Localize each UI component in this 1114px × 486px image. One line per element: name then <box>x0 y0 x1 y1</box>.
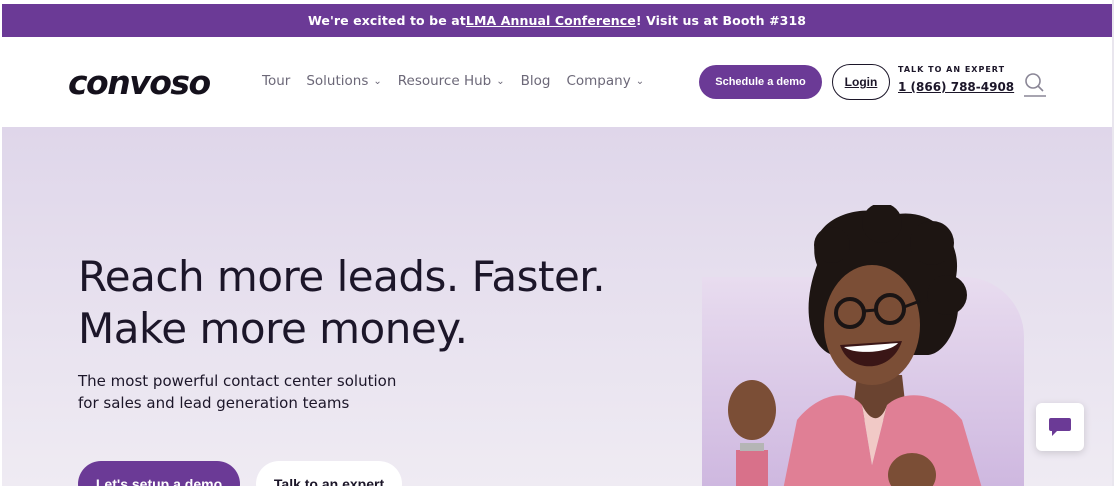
headline-line: Make more money. <box>78 304 468 353</box>
site-header: convoso Tour Solutions ⌄ Resource Hub ⌄ … <box>2 37 1112 127</box>
hero-section: Reach more leads. Faster. Make more mone… <box>2 127 1112 486</box>
main-nav: Tour Solutions ⌄ Resource Hub ⌄ Blog Com… <box>262 73 644 89</box>
conference-link[interactable]: LMA Annual Conference <box>466 13 636 28</box>
setup-demo-button[interactable]: Let's setup a demo <box>78 461 240 486</box>
login-label: Login <box>844 75 878 89</box>
search-icon[interactable] <box>1022 71 1048 97</box>
announcement-bar: We're excited to be at LMA Annual Confer… <box>2 4 1112 37</box>
nav-company[interactable]: Company ⌄ <box>566 73 644 89</box>
hero-subtitle: The most powerful contact center solutio… <box>78 370 396 414</box>
nav-tour[interactable]: Tour <box>262 73 290 89</box>
hero-person-image <box>728 205 982 486</box>
nav-blog[interactable]: Blog <box>521 73 551 89</box>
announcement-suffix: ! Visit us at Booth #318 <box>635 13 807 28</box>
schedule-demo-button[interactable]: Schedule a demo <box>699 65 822 99</box>
talk-to-expert: TALK TO AN EXPERT 1 (866) 788-4908 <box>898 65 1014 94</box>
subtitle-line: The most powerful contact center solutio… <box>78 372 397 390</box>
expert-label: TALK TO AN EXPERT <box>898 65 1006 74</box>
chevron-down-icon: ⌄ <box>635 75 645 87</box>
subtitle-line: for sales and lead generation teams <box>78 394 350 412</box>
chevron-down-icon: ⌄ <box>373 75 382 87</box>
nav-label: Solutions <box>306 73 369 89</box>
nav-label: Resource Hub <box>397 73 492 89</box>
convoso-logo[interactable]: convoso <box>68 63 211 102</box>
chat-launcher[interactable] <box>1036 403 1084 451</box>
hero-headline: Reach more leads. Faster. Make more mone… <box>78 251 606 355</box>
nav-solutions[interactable]: Solutions ⌄ <box>306 73 381 89</box>
phone-link[interactable]: 1 (866) 788-4908 <box>898 80 1014 94</box>
page: We're excited to be at LMA Annual Confer… <box>2 0 1112 486</box>
nav-label: Blog <box>520 73 551 89</box>
nav-label: Company <box>566 73 631 89</box>
chevron-down-icon: ⌄ <box>496 75 505 87</box>
login-button[interactable]: Login <box>832 64 890 100</box>
chat-bubble-icon <box>1049 418 1071 436</box>
headline-line: Reach more leads. Faster. <box>78 252 606 301</box>
announcement-prefix: We're excited to be at <box>307 13 466 28</box>
nav-resource-hub[interactable]: Resource Hub ⌄ <box>398 73 505 89</box>
talk-to-expert-button[interactable]: Talk to an expert <box>256 461 402 486</box>
nav-label: Tour <box>262 73 291 89</box>
